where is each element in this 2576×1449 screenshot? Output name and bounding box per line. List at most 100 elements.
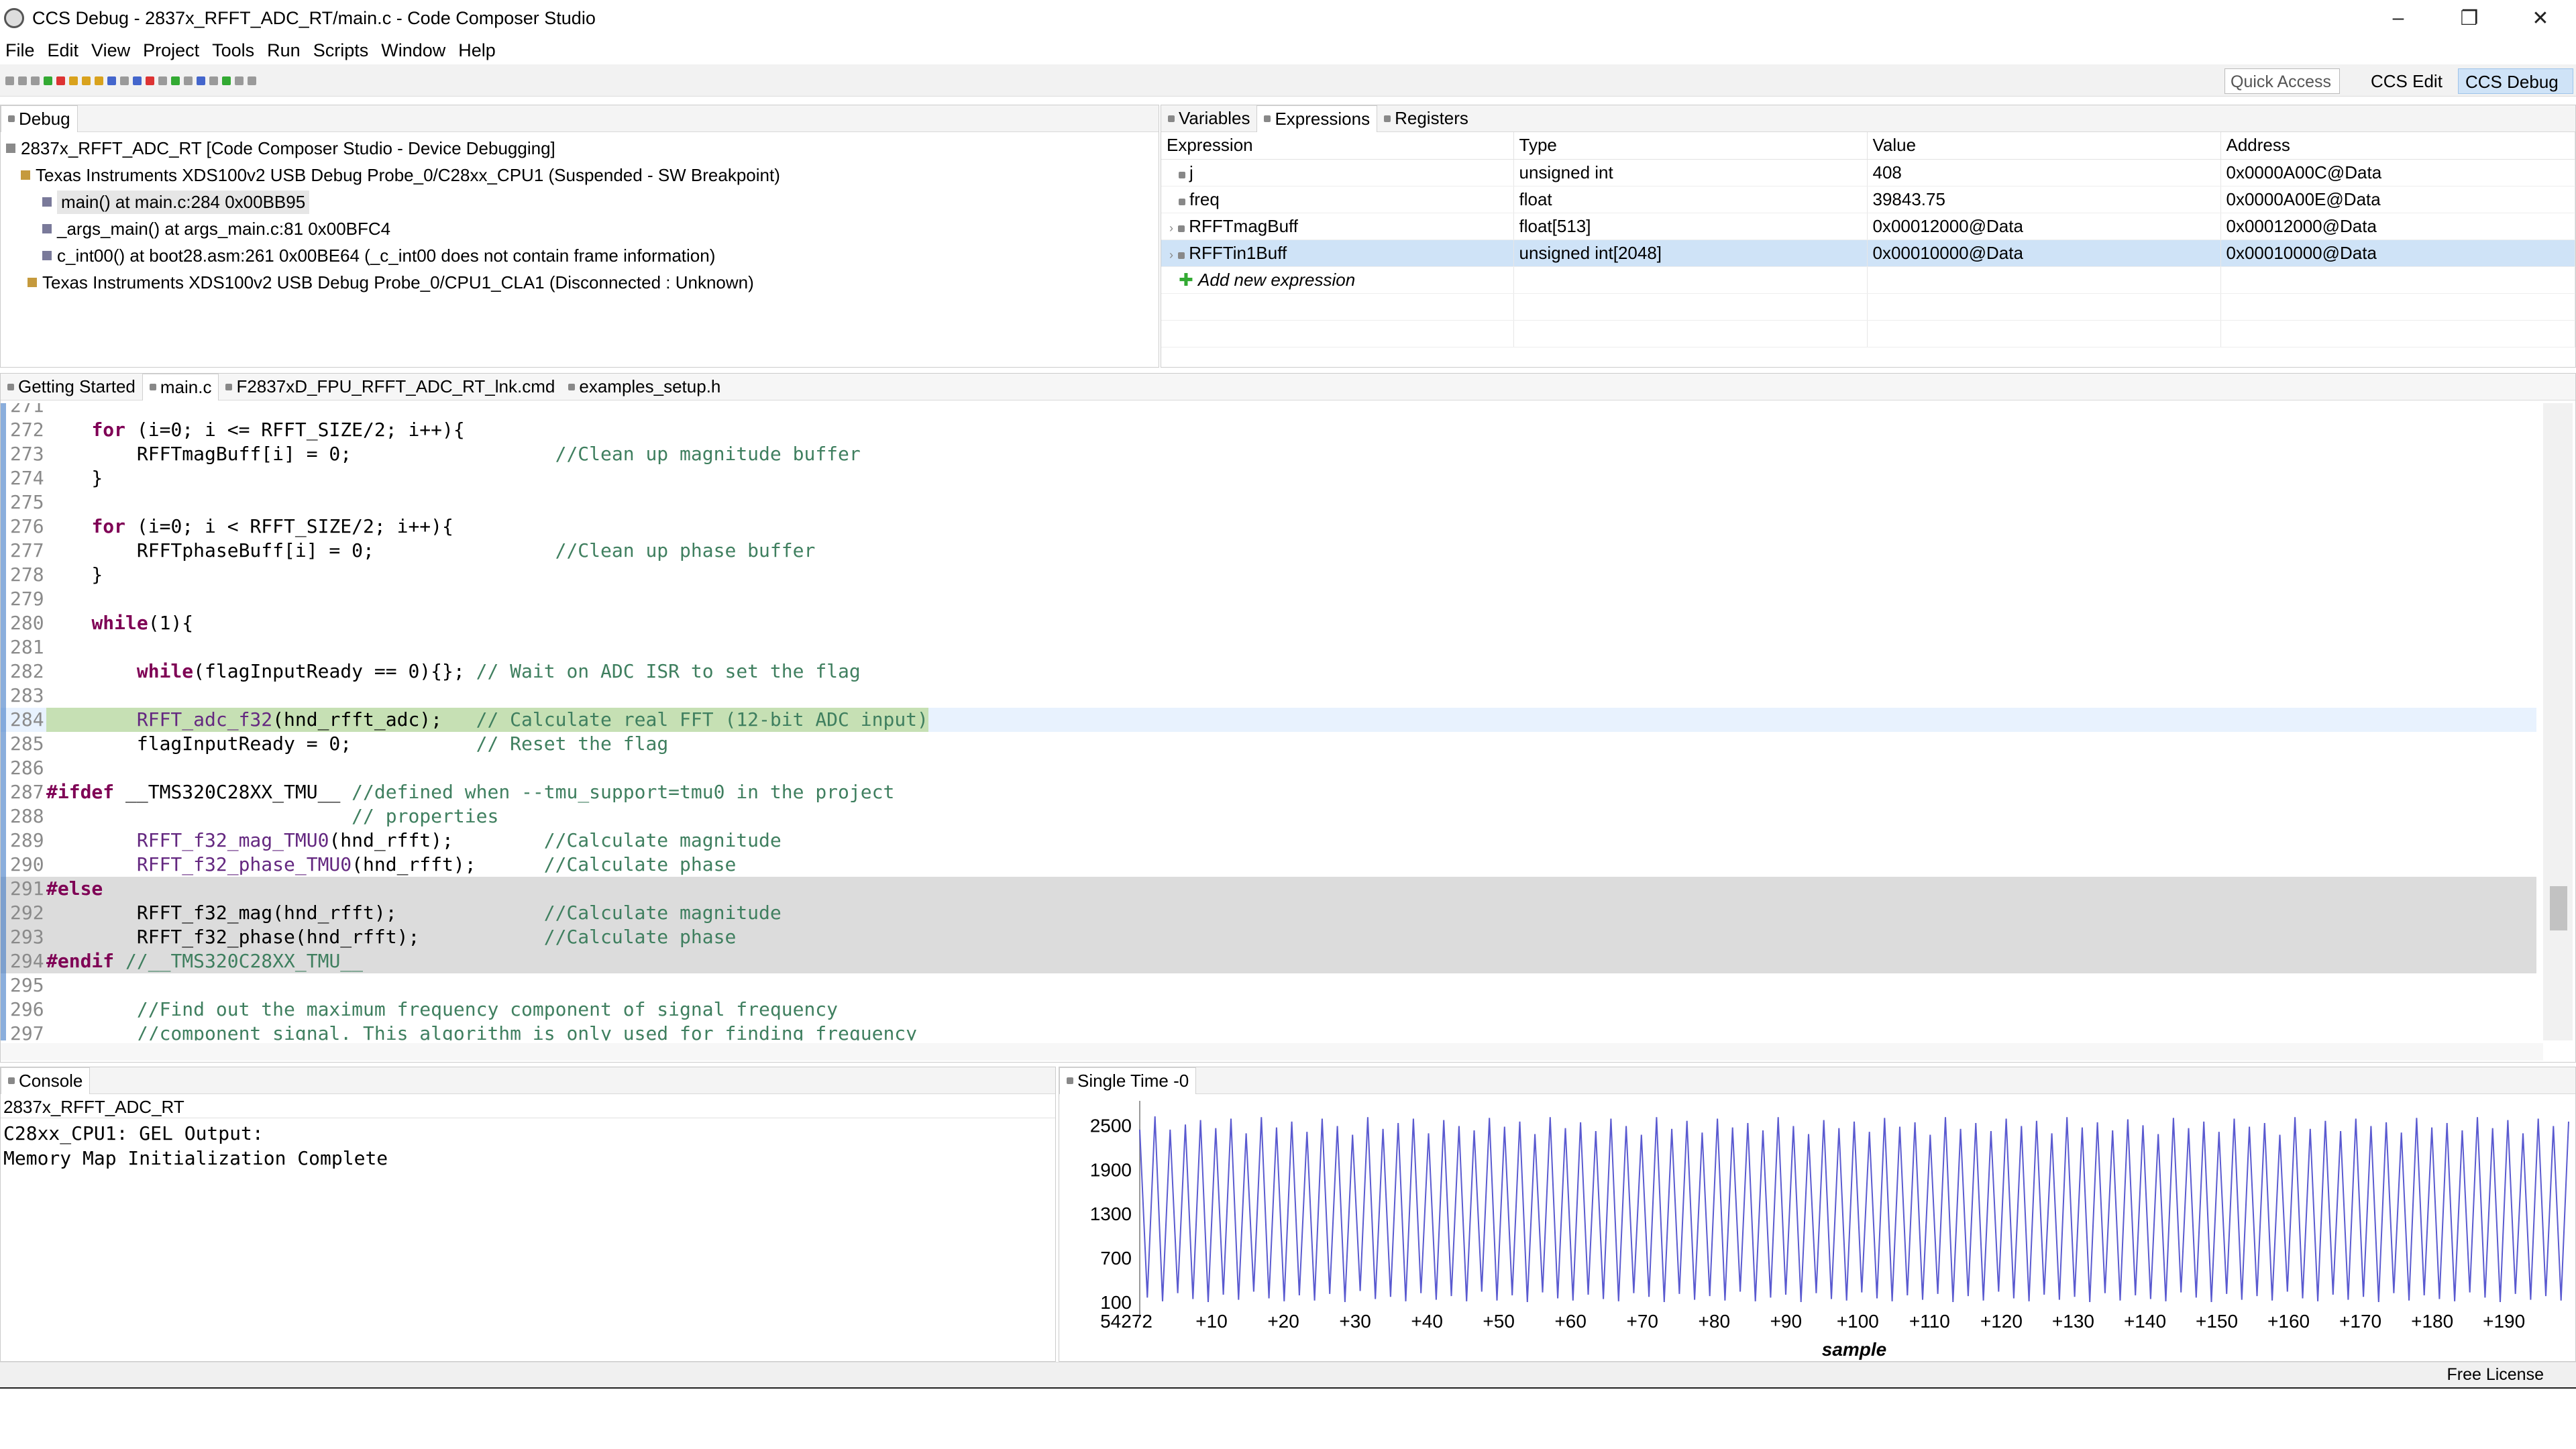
tab-registers[interactable]: Registers	[1377, 105, 1475, 132]
search-icon[interactable]	[222, 76, 231, 85]
terminate-icon[interactable]	[56, 76, 65, 85]
license-status: Free License	[2447, 1365, 2544, 1384]
print-icon[interactable]	[31, 76, 40, 85]
save-icon[interactable]	[18, 76, 27, 85]
variable-icon	[1179, 171, 1185, 178]
new-icon[interactable]	[5, 76, 14, 85]
col-type[interactable]: Type	[1513, 132, 1868, 160]
forward-icon[interactable]	[248, 76, 256, 85]
perspective-ccs-debug[interactable]: CCS Debug	[2458, 68, 2573, 94]
tree-item-label: _args_main() at args_main.c:81 0x00BFC4	[57, 218, 391, 239]
menu-view[interactable]: View	[91, 40, 130, 61]
tab-label: main.c	[160, 376, 212, 397]
back-icon[interactable]	[235, 76, 244, 85]
window-controls: – ❐ ✕	[2363, 0, 2576, 36]
menu-project[interactable]: Project	[143, 40, 199, 61]
tab-variables[interactable]: Variables	[1161, 105, 1256, 132]
step-over-icon[interactable]	[82, 76, 91, 85]
add-new-expression[interactable]: Add new expression	[1198, 270, 1355, 290]
cell-address: 0x00012000@Data	[2220, 213, 2575, 240]
tab-debug[interactable]: Debug	[1, 105, 78, 132]
x-tick-label: +140	[2124, 1311, 2166, 1332]
col-address[interactable]: Address	[2220, 132, 2575, 160]
table-row[interactable]: › RFFTmagBuff float[513] 0x00012000@Data…	[1161, 213, 2575, 240]
cell-value[interactable]: 39843.75	[1867, 186, 2221, 213]
expand-chevron-icon[interactable]: ›	[1169, 221, 1173, 235]
load-program-icon[interactable]	[133, 76, 142, 85]
restore-button[interactable]: ❐	[2434, 0, 2505, 36]
table-row[interactable]: freq float 39843.75 0x0000A00E@Data	[1161, 186, 2575, 213]
tree-item-frame-c-int00[interactable]: c_int00() at boot28.asm:261 0x00BE64 (_c…	[1, 242, 1159, 269]
minimize-button[interactable]: –	[2363, 0, 2434, 36]
array-icon	[1178, 252, 1185, 259]
editor-tabbar: Getting Started main.c F2837xD_FPU_RFFT_…	[1, 373, 2575, 400]
reset-icon[interactable]	[107, 76, 116, 85]
console-view: Console 2837x_RFFT_ADC_RT C28xx_CPU1: GE…	[0, 1067, 1056, 1362]
scroll-thumb[interactable]	[2550, 886, 2567, 930]
resume-icon[interactable]	[44, 76, 52, 85]
menu-scripts[interactable]: Scripts	[313, 40, 369, 61]
cell-value[interactable]: 408	[1867, 159, 2221, 186]
tree-item-label: 2837x_RFFT_ADC_RT [Code Composer Studio …	[21, 138, 555, 158]
x-tick-label: +130	[2052, 1311, 2094, 1332]
editor-vertical-scrollbar[interactable]	[2543, 403, 2573, 1040]
tree-item-project[interactable]: 2837x_RFFT_ADC_RT [Code Composer Studio …	[1, 135, 1159, 162]
debug-icon[interactable]	[184, 76, 193, 85]
tree-item-frame-args-main[interactable]: _args_main() at args_main.c:81 0x00BFC4	[1, 215, 1159, 242]
close-button[interactable]: ✕	[2505, 0, 2576, 36]
table-row-add[interactable]: ✚ Add new expression	[1161, 266, 2575, 294]
graph-icon[interactable]	[209, 76, 218, 85]
code-line: 279	[10, 588, 44, 610]
bottom-blank-area	[0, 1387, 2576, 1449]
tree-item-label: main() at main.c:284 0x00BB95	[57, 190, 310, 214]
menu-tools[interactable]: Tools	[212, 40, 254, 61]
quick-access-input[interactable]: Quick Access	[2224, 68, 2340, 94]
tab-expressions[interactable]: Expressions	[1256, 105, 1378, 132]
tree-item-frame-main[interactable]: main() at main.c:284 0x00BB95	[1, 189, 1159, 215]
table-row[interactable]: j unsigned int 408 0x0000A00C@Data	[1161, 159, 2575, 186]
memory-icon[interactable]	[197, 76, 205, 85]
time-domain-chart[interactable]: 2500 1900 1300 700 10054272 +10 +20 +30 +40 +50 +6…	[1059, 1095, 2575, 1361]
cell-address: 0x0000A00E@Data	[2220, 186, 2575, 213]
menu-edit[interactable]: Edit	[48, 40, 79, 61]
tab-getting-started[interactable]: Getting Started	[1, 374, 142, 400]
x-tick-label: +180	[2411, 1311, 2453, 1332]
console-output[interactable]: C28xx_CPU1: GEL Output: Memory Map Initi…	[1, 1118, 1055, 1173]
cell-value[interactable]: 0x00012000@Data	[1867, 213, 2221, 240]
tree-item-cla1[interactable]: Texas Instruments XDS100v2 USB Debug Pro…	[1, 269, 1159, 296]
tab-single-time[interactable]: Single Time -0	[1059, 1067, 1197, 1094]
x-tick-label: +40	[1411, 1311, 1443, 1332]
menu-run[interactable]: Run	[267, 40, 301, 61]
col-expression[interactable]: Expression	[1161, 132, 1514, 160]
menu-window[interactable]: Window	[381, 40, 445, 61]
build-icon[interactable]	[171, 76, 180, 85]
tab-lnk-cmd[interactable]: F2837xD_FPU_RFFT_ADC_RT_lnk.cmd	[219, 374, 561, 400]
menu-file[interactable]: File	[5, 40, 35, 61]
cell-type: float	[1513, 186, 1868, 213]
x-tick-label: 54272	[1100, 1311, 1152, 1332]
editor-horizontal-scrollbar[interactable]	[1, 1043, 2543, 1061]
tab-label: Getting Started	[18, 376, 136, 396]
step-into-icon[interactable]	[69, 76, 78, 85]
tab-examples-setup-h[interactable]: examples_setup.h	[561, 374, 727, 400]
breakpoint-icon[interactable]	[146, 76, 154, 85]
connect-icon[interactable]	[158, 76, 167, 85]
step-return-icon[interactable]	[95, 76, 103, 85]
expand-chevron-icon[interactable]: ›	[1169, 248, 1173, 262]
tab-main-c[interactable]: main.c	[142, 373, 219, 400]
tree-item-cpu1[interactable]: Texas Instruments XDS100v2 USB Debug Pro…	[1, 162, 1159, 189]
menu-bar: File Edit View Project Tools Run Scripts…	[0, 36, 2576, 64]
table-row[interactable]: › RFFTin1Buff unsigned int[2048] 0x00010…	[1161, 239, 2575, 267]
table-header: Expression Type Value Address	[1161, 132, 2575, 160]
restart-icon[interactable]	[120, 76, 129, 85]
code-line: 292 RFFT_f32_mag(hnd_rfft); //Calculate …	[1, 901, 2536, 925]
x-axis-label: sample	[1822, 1339, 1887, 1360]
code-line: 285 flagInputReady = 0; // Reset the fla…	[10, 733, 669, 755]
cell-expression: j	[1189, 162, 1193, 182]
cell-value[interactable]: 0x00010000@Data	[1867, 239, 2221, 267]
code-area[interactable]: 271 272 for (i=0; i <= RFFT_SIZE/2; i++)…	[1, 403, 2543, 1040]
tab-console[interactable]: Console	[1, 1067, 91, 1094]
perspective-ccs-edit[interactable]: CCS Edit	[2365, 68, 2448, 94]
menu-help[interactable]: Help	[458, 40, 496, 61]
col-value[interactable]: Value	[1867, 132, 2221, 160]
